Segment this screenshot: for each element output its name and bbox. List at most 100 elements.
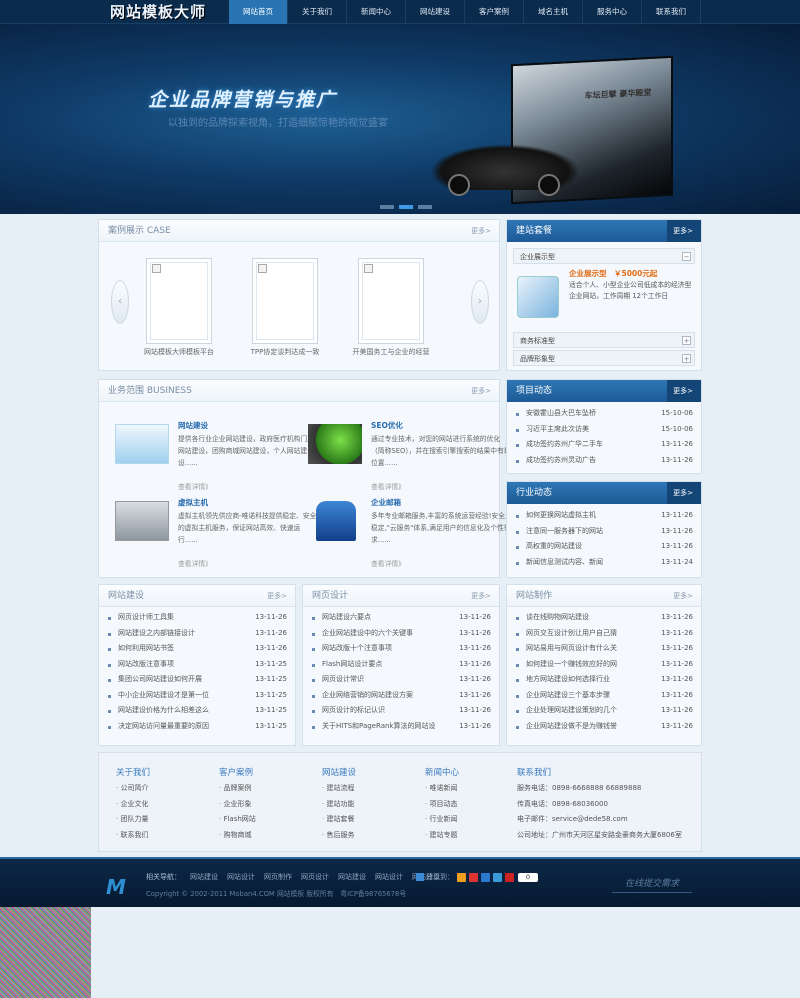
kaixin-icon[interactable] [505, 872, 514, 882]
list-item-title[interactable]: 网站建设价格为什么相差这么 [118, 703, 248, 719]
list-item[interactable]: 关于HITS和PageRank算法的网站设 13-11-26 [303, 719, 499, 735]
weibo-icon[interactable] [469, 872, 478, 882]
tencent-weibo-icon[interactable] [481, 872, 490, 882]
nav-item-build[interactable]: 网站建设 [406, 0, 465, 24]
list-item-title[interactable]: 如何利用网站书签 [118, 641, 248, 657]
footer-link[interactable]: 联系我们 [116, 828, 150, 844]
slide-dot-2[interactable] [399, 205, 413, 209]
online-request-button[interactable]: 在线提交需求 [612, 875, 692, 893]
list-item-title[interactable]: 网页设计的标记认识 [322, 703, 452, 719]
list-item-title[interactable]: 网站改版注意事项 [118, 657, 248, 673]
business-item-more[interactable]: 查看详情》 [178, 481, 212, 491]
slide-dot-1[interactable] [380, 205, 394, 209]
footer-link[interactable]: 唯诺新闻 [425, 781, 459, 797]
combo-more-link[interactable]: 更多> [673, 220, 693, 242]
combo-row-1[interactable]: 企业展示型 − [513, 248, 695, 264]
list-item-title[interactable]: 网站易用与网页设计有什么关 [526, 641, 656, 657]
footer-link[interactable]: 团队力量 [116, 812, 150, 828]
renren-icon[interactable] [493, 872, 502, 882]
list-item[interactable]: 注意同一服务器下的网站 13-11-26 [507, 524, 701, 540]
list-item[interactable]: 网站改版注意事项 13-11-25 [99, 657, 295, 673]
list-item[interactable]: 集团公司网站建设如何开展 13-11-25 [99, 672, 295, 688]
footer-link[interactable]: 企业形象 [219, 797, 256, 813]
list-item[interactable]: 谈在线购物网站建设 13-11-26 [507, 610, 701, 626]
list-item-title[interactable]: 网页交互设计别让用户自己猜 [526, 626, 656, 642]
business-item-title[interactable]: 虚拟主机 [178, 497, 208, 508]
case-more-link[interactable]: 更多> [471, 220, 491, 242]
business-item-3[interactable]: 虚拟主机 虚拟主机领先供应商-唯诺科技提供稳定、安全的虚拟主机服务，保证网站高效… [115, 497, 316, 568]
business-item-4[interactable]: 企业邮箱 多年专业邮箱服务,丰富的系统运营经验!安全,稳定,"云服务"体系,满足… [308, 497, 511, 568]
footer-link[interactable]: 购物商城 [219, 828, 256, 844]
nav-item-cases[interactable]: 客户案例 [465, 0, 524, 24]
footer-link[interactable]: 品牌案例 [219, 781, 256, 797]
combo-row-2[interactable]: 商务标准型 + [513, 332, 695, 348]
case-thumb-1[interactable] [146, 258, 212, 344]
slide-dot-3[interactable] [418, 205, 432, 209]
business-item-1[interactable]: 网站建设 提供各行业企业网站建设，政府医疗机构门户网站建设，团购商城网站建设，个… [115, 420, 315, 491]
footer-col-heading[interactable]: 客户案例 [219, 766, 256, 778]
case-caption-1[interactable]: 网站模板大师模板平台 [124, 347, 234, 357]
list-item[interactable]: 如何建设一个赚钱效应好的网 13-11-26 [507, 657, 701, 673]
share-plus-icon[interactable] [416, 873, 424, 881]
list-item[interactable]: 如何更换网站虚拟主机 13-11-26 [507, 508, 701, 524]
make-more-link[interactable]: 更多> [673, 585, 693, 607]
list-item[interactable]: 成功签约苏州广华二手车 13-11-26 [507, 437, 701, 453]
list-item[interactable]: 网站改版十个注意事项 13-11-26 [303, 641, 499, 657]
list-item[interactable]: 网页设计师工具集 13-11-26 [99, 610, 295, 626]
footer-link[interactable]: 项目动态 [425, 797, 459, 813]
list-item-title[interactable]: 如何建设一个赚钱效应好的网 [526, 657, 656, 673]
list-item[interactable]: 企业网站建设中的六个关键事 13-11-26 [303, 626, 499, 642]
list-item[interactable]: 新闻信息测试内容、新闻 13-11-24 [507, 555, 701, 571]
list-item-title[interactable]: 新闻信息测试内容、新闻 [526, 555, 656, 571]
list-item-title[interactable]: 地方网站建设如何选择行业 [526, 672, 656, 688]
nav-item-service[interactable]: 服务中心 [583, 0, 642, 24]
list-item[interactable]: 决定网站访问量最重要的原因 13-11-25 [99, 719, 295, 735]
project-news-more[interactable]: 更多> [673, 380, 693, 402]
contact-email[interactable]: 电子邮件：service@dede58.com [517, 812, 682, 828]
list-item-title[interactable]: 网站建设六要点 [322, 610, 452, 626]
list-item[interactable]: 网站建设价格为什么相差这么 13-11-25 [99, 703, 295, 719]
logo[interactable]: 网站模板大师 [110, 1, 206, 22]
list-item[interactable]: 网站建设之内部链接设计 13-11-26 [99, 626, 295, 642]
list-item-title[interactable]: Flash网站设计要点 [322, 657, 452, 673]
footer-link[interactable]: 建站功能 [322, 797, 356, 813]
list-item[interactable]: 安徽霍山县大巴车坠桥 15-10-06 [507, 406, 701, 422]
design-more-link[interactable]: 更多> [471, 585, 491, 607]
list-item-title[interactable]: 中小企业网站建设才是第一位 [118, 688, 248, 704]
list-item-title[interactable]: 企业网站建设中的六个关键事 [322, 626, 452, 642]
footer-nav-link[interactable]: 网页设计 [301, 872, 329, 882]
footer-contact-heading[interactable]: 联系我们 [517, 766, 682, 778]
list-item[interactable]: 网页设计的标记认识 13-11-26 [303, 703, 499, 719]
hero-banner[interactable]: 企业品牌营销与推广 以独到的品牌探索视角，打造细腻惊艳的视觉盛宴 车坛巨擘 豪华… [0, 24, 800, 214]
list-item-title[interactable]: 网页设计师工具集 [118, 610, 248, 626]
nav-item-home[interactable]: 网站首页 [229, 0, 288, 24]
list-item-title[interactable]: 集团公司网站建设如何开展 [118, 672, 248, 688]
footer-col-heading[interactable]: 新闻中心 [425, 766, 459, 778]
list-item[interactable]: 高权重的网站建设 13-11-26 [507, 539, 701, 555]
footer-link[interactable]: 建站专题 [425, 828, 459, 844]
footer-col-heading[interactable]: 网站建设 [322, 766, 356, 778]
list-item-title[interactable]: 安徽霍山县大巴车坠桥 [526, 406, 656, 422]
business-more-link[interactable]: 更多> [471, 380, 491, 402]
list-item[interactable]: 企业处理网站建设策划的几个 13-11-26 [507, 703, 701, 719]
list-item[interactable]: 企业网站建设做不是为赚钱誉 13-11-26 [507, 719, 701, 735]
nav-item-news[interactable]: 新闻中心 [347, 0, 406, 24]
list-item[interactable]: Flash网站设计要点 13-11-26 [303, 657, 499, 673]
list-item-title[interactable]: 如何更换网站虚拟主机 [526, 508, 656, 524]
list-item-title[interactable]: 网页设计常识 [322, 672, 452, 688]
footer-nav-link[interactable]: 网页制作 [264, 872, 292, 882]
list-item-title[interactable]: 习近平主席此次访美 [526, 422, 656, 438]
footer-col-heading[interactable]: 关于我们 [116, 766, 150, 778]
list-item[interactable]: 成功签约苏州灵动广告 13-11-26 [507, 453, 701, 469]
combo-row-3[interactable]: 品牌形象型 + [513, 350, 695, 366]
footer-link[interactable]: 售后服务 [322, 828, 356, 844]
business-item-more[interactable]: 查看详情》 [371, 558, 405, 568]
footer-link[interactable]: 企业文化 [116, 797, 150, 813]
case-caption-3[interactable]: 开美国务工与企业的经营 [336, 347, 446, 357]
nav-item-about[interactable]: 关于我们 [288, 0, 347, 24]
list-item-title[interactable]: 企业网站建设三个基本步骤 [526, 688, 656, 704]
case-prev-arrow-icon[interactable]: ‹ [111, 280, 129, 324]
list-item[interactable]: 网页交互设计别让用户自己猜 13-11-26 [507, 626, 701, 642]
list-item-title[interactable]: 网站建设之内部链接设计 [118, 626, 248, 642]
footer-nav-link[interactable]: 网站设计 [375, 872, 403, 882]
